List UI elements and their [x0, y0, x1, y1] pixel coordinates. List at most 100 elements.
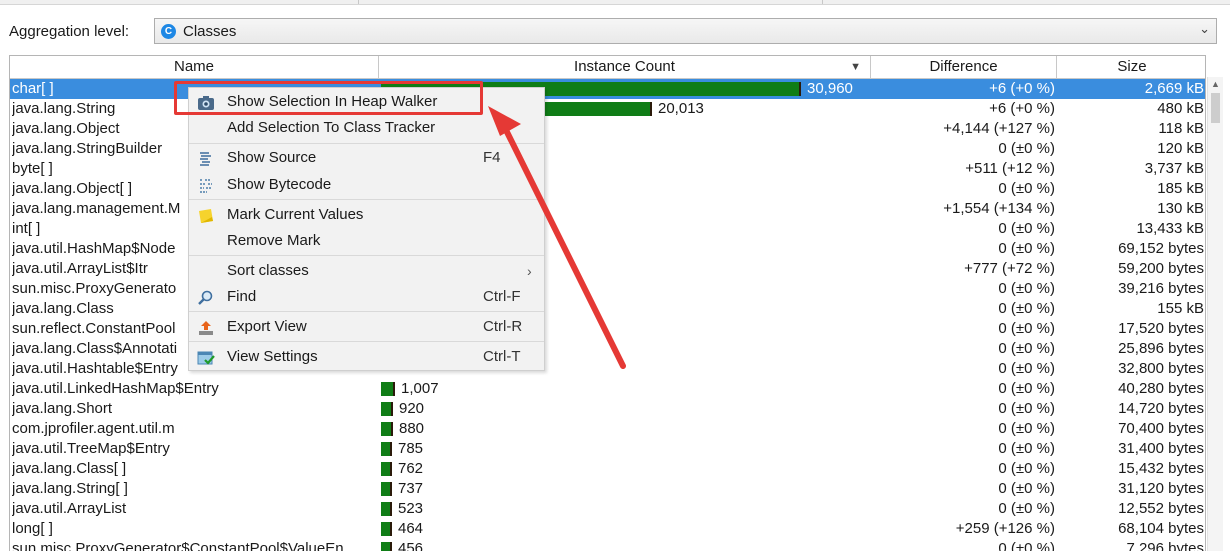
menu-item-remove-mark[interactable]: Remove Mark — [189, 228, 544, 254]
bytecode-icon — [197, 177, 215, 193]
table-row[interactable]: com.jprofiler.agent.util.m 880 0 (±0 %) 70,… — [10, 419, 1205, 439]
column-header-difference[interactable]: Difference — [871, 56, 1057, 78]
difference-cell: +259 (+126 %) — [955, 520, 1055, 537]
size-cell: 31,120 bytes — [1118, 480, 1204, 497]
size-cell: 25,896 bytes — [1118, 340, 1204, 357]
difference-cell: 0 (±0 %) — [998, 360, 1055, 377]
size-cell: 40,280 bytes — [1118, 380, 1204, 397]
menu-item-mark-current-values[interactable]: Mark Current Values — [189, 202, 544, 228]
difference-cell: +777 (+72 %) — [964, 260, 1055, 277]
size-cell: 185 kB — [1157, 180, 1204, 197]
column-count-label: Instance Count — [574, 58, 675, 75]
size-cell: 2,669 kB — [1144, 80, 1204, 97]
class-name-cell: com.jprofiler.agent.util.m — [12, 420, 175, 437]
size-cell: 69,152 bytes — [1118, 240, 1204, 257]
instance-count-bar — [381, 542, 392, 551]
vertical-scrollbar[interactable]: ▲ — [1207, 77, 1223, 551]
difference-cell: 0 (±0 %) — [998, 400, 1055, 417]
source-icon — [197, 150, 215, 166]
menu-shortcut: Ctrl-T — [483, 348, 521, 365]
size-cell: 7,296 bytes — [1126, 540, 1204, 551]
bar-marker — [799, 82, 801, 96]
menu-item-label: Mark Current Values — [227, 206, 364, 223]
class-name-cell: java.lang.Class[ ] — [12, 460, 127, 477]
aggregation-value: Classes — [183, 23, 237, 40]
instance-count-cell: 456 — [379, 539, 869, 551]
top-strip — [0, 0, 1230, 5]
class-name-cell: java.lang.String[ ] — [12, 480, 128, 497]
class-name-cell: java.util.LinkedHashMap$Entry — [12, 380, 219, 397]
instance-count-value: 464 — [398, 520, 424, 537]
menu-separator — [189, 311, 544, 312]
instance-count-value: 30,960 — [807, 80, 853, 97]
class-name-cell: long[ ] — [12, 520, 53, 537]
table-header: Name Instance Count ▼ Difference Size — [10, 56, 1205, 79]
column-header-count[interactable]: Instance Count ▼ — [379, 56, 871, 78]
class-name-cell: sun.misc.ProxyGenerator$ConstantPool$Val… — [12, 540, 357, 551]
aggregation-label: Aggregation level: — [9, 23, 130, 40]
bar-marker — [390, 542, 392, 551]
table-row[interactable]: java.lang.Short 920 0 (±0 %) 14,720 bytes — [10, 399, 1205, 419]
difference-cell: 0 (±0 %) — [998, 460, 1055, 477]
scrollbar-thumb[interactable] — [1211, 93, 1220, 123]
difference-cell: 0 (±0 %) — [998, 420, 1055, 437]
instance-count-bar — [381, 382, 395, 396]
size-cell: 120 kB — [1157, 140, 1204, 157]
difference-cell: 0 (±0 %) — [998, 280, 1055, 297]
difference-cell: 0 (±0 %) — [998, 380, 1055, 397]
instance-count-value: 456 — [398, 540, 424, 551]
annotation-highlight-box — [174, 81, 483, 115]
class-c-icon: C — [161, 24, 176, 39]
bar-marker — [390, 502, 392, 516]
sort-descending-icon: ▼ — [850, 61, 861, 73]
menu-item-show-source[interactable]: Show Source F4 — [189, 145, 544, 171]
menu-item-label: Show Source — [227, 149, 317, 166]
difference-cell: 0 (±0 %) — [998, 540, 1055, 551]
chevron-down-icon[interactable]: ⌄ — [1199, 21, 1210, 37]
menu-separator — [189, 199, 544, 200]
menu-item-find[interactable]: Find Ctrl-F — [189, 284, 544, 310]
difference-cell: 0 (±0 %) — [998, 480, 1055, 497]
menu-item-show-bytecode[interactable]: Show Bytecode — [189, 172, 544, 198]
menu-item-view-settings[interactable]: View Settings Ctrl-T — [189, 344, 544, 370]
table-row[interactable]: java.util.TreeMap$Entry 785 0 (±0 %) 31,400… — [10, 439, 1205, 459]
instance-count-bar — [381, 482, 392, 496]
column-header-size[interactable]: Size — [1057, 56, 1205, 78]
table-row[interactable]: sun.misc.ProxyGenerator$ConstantPool$Val… — [10, 539, 1205, 551]
menu-shortcut: F4 — [483, 149, 501, 166]
difference-cell: +511 (+12 %) — [965, 160, 1055, 177]
context-menu: Show Selection In Heap Walker Add Select… — [188, 87, 545, 371]
size-cell: 118 kB — [1158, 120, 1204, 137]
export-icon — [197, 319, 215, 335]
difference-cell: 0 (±0 %) — [998, 220, 1055, 237]
instance-count-cell: 523 — [379, 499, 869, 519]
table-row[interactable]: java.lang.String[ ] 737 0 (±0 %) 31,120 byt… — [10, 479, 1205, 499]
column-header-name[interactable]: Name — [10, 56, 379, 78]
instance-count-bar — [381, 442, 392, 456]
size-cell: 39,216 bytes — [1118, 280, 1204, 297]
table-row[interactable]: java.util.ArrayList 523 0 (±0 %) 12,552 byt… — [10, 499, 1205, 519]
scroll-up-icon[interactable]: ▲ — [1211, 79, 1220, 89]
difference-cell: 0 (±0 %) — [998, 180, 1055, 197]
difference-cell: 0 (±0 %) — [998, 320, 1055, 337]
menu-item-label: Export View — [227, 318, 307, 335]
aggregation-select[interactable]: C Classes ⌄ — [154, 18, 1217, 44]
table-row[interactable]: long[ ] 464 +259 (+126 %) 68,104 bytes — [10, 519, 1205, 539]
menu-shortcut: Ctrl-R — [483, 318, 523, 335]
menu-item-export-view[interactable]: Export View Ctrl-R — [189, 314, 544, 340]
size-cell: 3,737 kB — [1144, 160, 1204, 177]
class-name-cell: java.util.TreeMap$Entry — [12, 440, 170, 457]
table-row[interactable]: java.util.LinkedHashMap$Entry 1,007 0 (±0 … — [10, 379, 1205, 399]
size-cell: 70,400 bytes — [1118, 420, 1204, 437]
difference-cell: +6 (+0 %) — [989, 100, 1055, 117]
aggregation-row: Aggregation level: C Classes ⌄ — [0, 15, 1230, 49]
table-row[interactable]: java.lang.Class[ ] 762 0 (±0 %) 15,432 byte… — [10, 459, 1205, 479]
menu-item-add-to-class-tracker[interactable]: Add Selection To Class Tracker — [189, 115, 544, 141]
instance-count-bar — [381, 502, 392, 516]
menu-item-sort-classes[interactable]: Sort classes › — [189, 258, 544, 284]
instance-count-bar — [381, 462, 392, 476]
menu-item-label: Add Selection To Class Tracker — [227, 119, 436, 136]
size-cell: 13,433 kB — [1136, 220, 1204, 237]
instance-count-value: 20,013 — [658, 100, 704, 117]
instance-count-value: 785 — [398, 440, 424, 457]
